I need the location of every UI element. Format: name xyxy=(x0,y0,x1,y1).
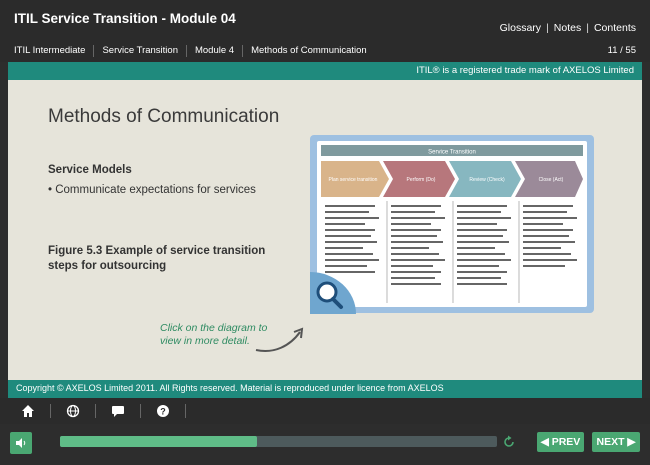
page-counter: 11 / 55 xyxy=(607,45,636,56)
notes-link[interactable]: Notes xyxy=(554,22,581,34)
section-heading: Service Models xyxy=(48,164,132,176)
trademark-band: ITIL® is a registered trade mark of AXEL… xyxy=(8,62,642,80)
progress-fill xyxy=(60,436,257,447)
page-title: Methods of Communication xyxy=(48,106,280,127)
link-separator: | xyxy=(546,22,549,34)
diagram-image: Service Transition Plan service transiti… xyxy=(317,141,587,307)
icon-divider xyxy=(50,404,51,418)
icon-divider xyxy=(95,404,96,418)
breadcrumb-item: Service Transition xyxy=(93,45,186,57)
tool-icon-row: ? xyxy=(0,398,650,424)
bullet-text: • Communicate expectations for services xyxy=(48,184,256,196)
course-title: ITIL Service Transition - Module 04 xyxy=(14,11,236,26)
speaker-icon xyxy=(16,438,26,448)
curved-arrow-icon xyxy=(255,327,304,352)
icon-divider xyxy=(185,404,186,418)
progress-bar[interactable] xyxy=(60,436,497,447)
copyright-band: Copyright © AXELOS Limited 2011. All Rig… xyxy=(8,380,642,398)
help-icon[interactable]: ? xyxy=(151,401,175,421)
player-controls: ◀ PREV NEXT ▶ xyxy=(0,424,650,465)
replay-icon[interactable] xyxy=(502,435,516,449)
contents-link[interactable]: Contents xyxy=(594,22,636,34)
stage-label-perform: Perform (Do) xyxy=(407,177,436,183)
stage-label-close: Close (Act) xyxy=(539,177,564,183)
breadcrumb: ITIL Intermediate Service Transition Mod… xyxy=(14,45,375,57)
icon-divider xyxy=(140,404,141,418)
link-separator: | xyxy=(586,22,589,34)
stage-label-plan: Plan service transition xyxy=(329,177,378,183)
trademark-text: ITIL® is a registered trade mark of AXEL… xyxy=(416,65,634,76)
breadcrumb-item: ITIL Intermediate xyxy=(14,45,86,56)
top-links: Glossary | Notes | Contents xyxy=(500,22,636,34)
globe-icon[interactable] xyxy=(61,401,85,421)
svg-text:?: ? xyxy=(160,407,166,417)
magnify-icon[interactable] xyxy=(310,272,356,314)
breadcrumb-item: Module 4 xyxy=(185,45,242,57)
prev-button[interactable]: ◀ PREV xyxy=(537,432,584,452)
home-icon[interactable] xyxy=(16,401,40,421)
content-area: Methods of Communication Service Models … xyxy=(8,80,642,380)
diagram-banner: Service Transition xyxy=(428,150,476,156)
glossary-link[interactable]: Glossary xyxy=(500,22,541,34)
top-bar: ITIL Service Transition - Module 04 Glos… xyxy=(0,0,650,62)
audio-button[interactable] xyxy=(10,432,32,454)
breadcrumb-item: Methods of Communication xyxy=(242,45,375,57)
chat-icon[interactable] xyxy=(106,401,130,421)
next-button[interactable]: NEXT ▶ xyxy=(592,432,640,452)
copyright-text: Copyright © AXELOS Limited 2011. All Rig… xyxy=(16,383,444,393)
figure-caption: Figure 5.3 Example of service transition… xyxy=(48,245,266,272)
stage-label-review: Review (Check) xyxy=(469,177,505,183)
